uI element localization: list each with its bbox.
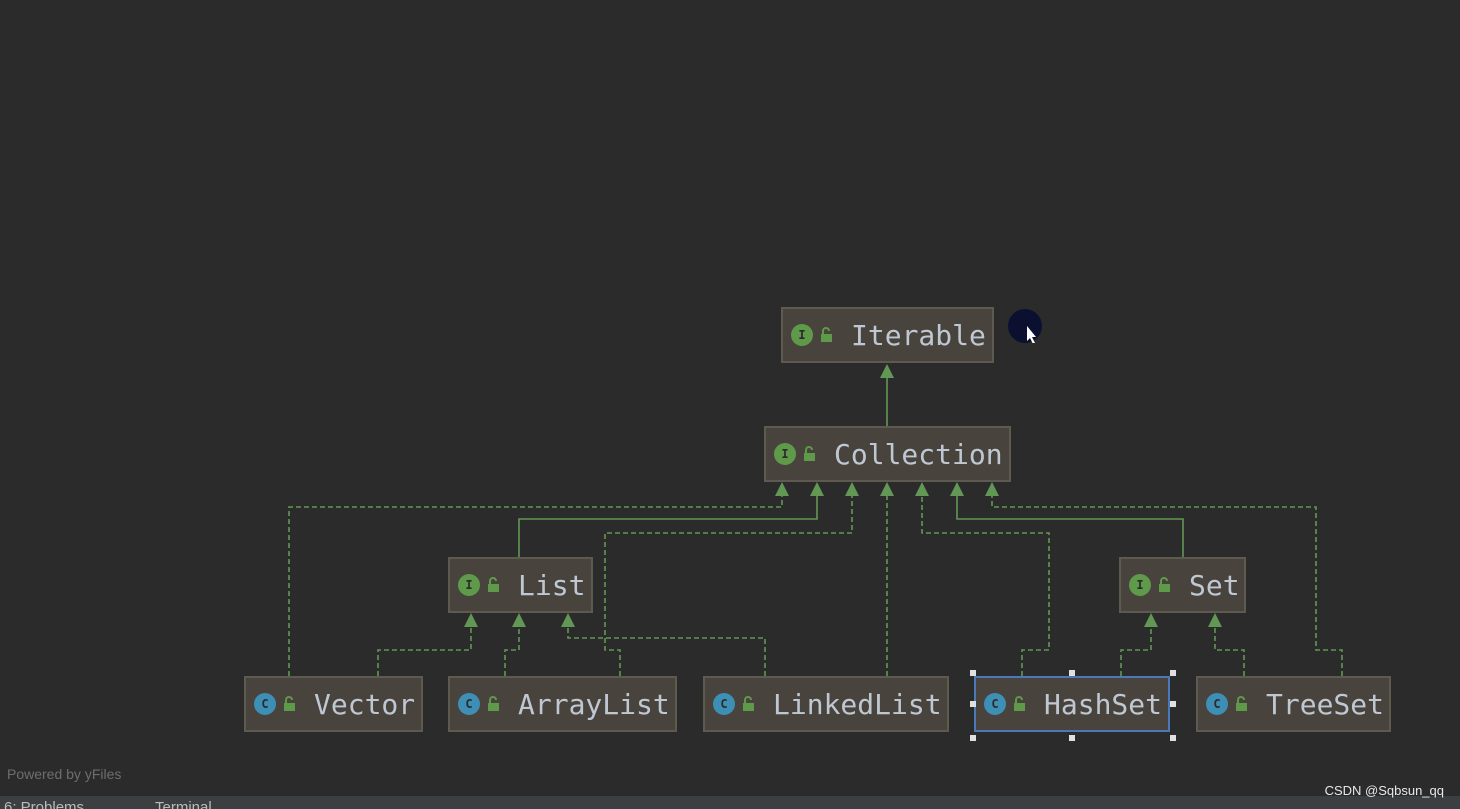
- node-label: HashSet: [1044, 687, 1163, 721]
- node-treeset[interactable]: C TreeSet: [1196, 676, 1391, 732]
- class-icon: C: [254, 693, 276, 715]
- edge-list-collection[interactable]: [518, 494, 818, 557]
- interface-icon: I: [791, 324, 813, 346]
- interface-icon: I: [1129, 574, 1151, 596]
- edge-vector-list[interactable]: [377, 625, 472, 676]
- terminal-tab[interactable]: Terminal: [155, 799, 212, 809]
- mouse-cursor-icon: [1008, 309, 1042, 344]
- arrowhead-icon: [561, 613, 575, 627]
- arrowhead-icon: [1144, 613, 1158, 627]
- node-hashset[interactable]: C HashSet: [974, 676, 1170, 732]
- class-icon: C: [984, 693, 1006, 715]
- public-lock-icon: [743, 696, 754, 711]
- arrowhead-icon: [880, 482, 894, 496]
- arrowhead-icon: [845, 482, 859, 496]
- arrowhead-icon: [1208, 613, 1222, 627]
- node-linkedlist[interactable]: C LinkedList: [703, 676, 949, 732]
- public-lock-icon: [1014, 696, 1025, 711]
- node-label: LinkedList: [773, 687, 942, 721]
- selection-handle[interactable]: [1170, 735, 1176, 741]
- node-label: Set: [1189, 568, 1240, 602]
- selection-handle[interactable]: [1069, 670, 1075, 676]
- node-label: List: [518, 568, 586, 602]
- powered-by-label: Powered by yFiles: [7, 766, 122, 782]
- edge-arraylist-collection[interactable]: [604, 494, 853, 676]
- selection-handle[interactable]: [970, 670, 976, 676]
- selection-handle[interactable]: [1170, 670, 1176, 676]
- arrowhead-icon: [464, 613, 478, 627]
- selection-handle[interactable]: [970, 701, 976, 707]
- public-lock-icon: [284, 696, 295, 711]
- public-lock-icon: [804, 446, 815, 461]
- watermark: CSDN @Sqbsun_qq: [1324, 783, 1444, 798]
- node-set[interactable]: I Set: [1119, 557, 1246, 613]
- edge-arraylist-list[interactable]: [504, 625, 520, 676]
- edge-hashset-collection[interactable]: [921, 494, 1050, 676]
- edge-treeset-set[interactable]: [1214, 625, 1245, 676]
- node-label: Iterable: [851, 318, 986, 352]
- arrowhead-icon: [512, 613, 526, 627]
- arrowhead-icon: [915, 482, 929, 496]
- edge-set-collection[interactable]: [956, 494, 1184, 557]
- bottom-tool-bar: 6: Problems Terminal: [0, 796, 1460, 809]
- arrowhead-icon: [880, 364, 894, 378]
- node-iterable[interactable]: I Iterable: [781, 307, 994, 363]
- node-list[interactable]: I List: [448, 557, 593, 613]
- class-icon: C: [713, 693, 735, 715]
- selection-handle[interactable]: [1170, 701, 1176, 707]
- node-label: Collection: [834, 437, 1003, 471]
- selection-handle[interactable]: [970, 735, 976, 741]
- node-label: Vector: [314, 687, 416, 721]
- public-lock-icon: [1159, 577, 1170, 592]
- public-lock-icon: [488, 577, 499, 592]
- edge-hashset-set[interactable]: [1120, 625, 1152, 676]
- node-collection[interactable]: I Collection: [764, 426, 1011, 482]
- node-label: ArrayList: [518, 687, 670, 721]
- class-icon: C: [458, 693, 480, 715]
- public-lock-icon: [1236, 696, 1247, 711]
- arrowhead-icon: [985, 482, 999, 496]
- arrowhead-icon: [950, 482, 964, 496]
- public-lock-icon: [821, 327, 832, 342]
- interface-icon: I: [458, 574, 480, 596]
- node-vector[interactable]: C Vector: [244, 676, 423, 732]
- problems-tab[interactable]: 6: Problems: [4, 799, 84, 809]
- node-label: TreeSet: [1266, 687, 1385, 721]
- class-icon: C: [1206, 693, 1228, 715]
- edge-linkedlist-list[interactable]: [567, 625, 766, 676]
- node-arraylist[interactable]: C ArrayList: [448, 676, 677, 732]
- selection-handle[interactable]: [1069, 735, 1075, 741]
- interface-icon: I: [774, 443, 796, 465]
- arrowhead-icon: [775, 482, 789, 496]
- public-lock-icon: [488, 696, 499, 711]
- arrowhead-icon: [810, 482, 824, 496]
